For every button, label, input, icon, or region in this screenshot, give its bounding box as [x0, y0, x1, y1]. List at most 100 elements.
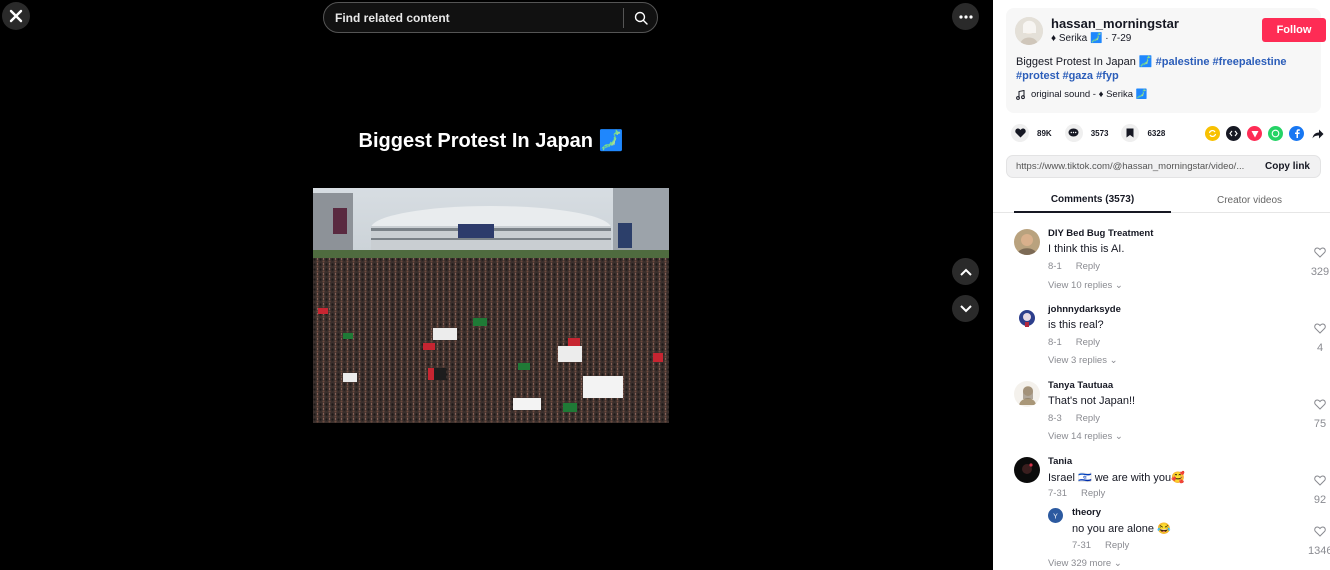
comment-like-button[interactable]: 329	[1308, 245, 1330, 278]
video-url: https://www.tiktok.com/@hassan_morningst…	[1016, 161, 1245, 172]
comment-like-button[interactable]: 92	[1308, 473, 1330, 506]
view-replies-label: View 3 replies	[1048, 355, 1107, 366]
commenter-name[interactable]: DIY Bed Bug Treatment	[1048, 228, 1153, 239]
commenter-avatar[interactable]	[1014, 457, 1040, 483]
close-icon	[9, 9, 23, 23]
follow-button[interactable]: Follow	[1262, 18, 1326, 42]
view-replies-label: View 10 replies	[1048, 280, 1113, 291]
author-display-name: ♦ Serika 🗾	[1051, 33, 1103, 44]
facebook-icon[interactable]	[1289, 126, 1304, 141]
comment-date: 8-1	[1048, 337, 1062, 348]
comment-text: That's not Japan!!	[1048, 395, 1136, 407]
heart-outline-icon	[1314, 399, 1326, 410]
share-row	[1205, 126, 1325, 141]
tab-creator-videos[interactable]: Creator videos	[1171, 187, 1328, 213]
hashtag-link[interactable]: #protest	[1016, 70, 1059, 82]
view-replies-label: View 14 replies	[1048, 431, 1113, 442]
commenter-name[interactable]: Tania	[1048, 456, 1072, 467]
copy-link-button[interactable]: Copy link	[1265, 161, 1320, 172]
comment-meta: 8-1 Reply	[1048, 337, 1100, 348]
video-info-card: hassan_morningstar ♦ Serika 🗾 · 7-29 Fol…	[1006, 8, 1326, 113]
more-options-button[interactable]	[952, 3, 979, 30]
reply-button[interactable]: Reply	[1081, 488, 1105, 499]
comment-text: Israel 🇮🇱 we are with you🥰	[1048, 472, 1185, 484]
like-count: 89K	[1037, 128, 1052, 138]
view-replies-button[interactable]: View 3 replies ⌄	[1048, 355, 1118, 366]
reply-button[interactable]: Reply	[1076, 261, 1100, 272]
post-date: · 7-29	[1105, 33, 1132, 44]
comment-like-button[interactable]: 75	[1308, 397, 1330, 430]
comment-date: 8-3	[1048, 413, 1062, 424]
reply-button[interactable]: Reply	[1076, 413, 1100, 424]
previous-video-button[interactable]	[952, 258, 979, 285]
engagement-stats: 89K 3573 6328	[1011, 124, 1178, 142]
next-video-button[interactable]	[952, 295, 979, 322]
comment-like-count: 75	[1313, 418, 1327, 430]
chevron-down-icon: ⌄	[1109, 355, 1118, 366]
view-more-replies-button[interactable]: View 329 more ⌄	[1048, 558, 1122, 569]
comment-date: 7-31	[1048, 488, 1068, 499]
close-button[interactable]	[2, 2, 30, 30]
repost-icon[interactable]	[1205, 126, 1220, 141]
search-input[interactable]	[324, 10, 623, 25]
video-stage: Biggest Protest In Japan 🗾	[0, 0, 993, 570]
tab-comments[interactable]: Comments (3573)	[1014, 187, 1171, 213]
video-overlay-title: Biggest Protest In Japan 🗾	[358, 130, 624, 152]
comment-button[interactable]: 3573	[1064, 124, 1108, 142]
video-frame[interactable]	[313, 188, 669, 423]
commenter-avatar[interactable]	[1014, 305, 1040, 331]
commenter-name[interactable]: Tanya Tautuaa	[1048, 380, 1113, 391]
heart-outline-icon	[1314, 475, 1326, 486]
author-avatar[interactable]	[1015, 17, 1043, 45]
side-panel: hassan_morningstar ♦ Serika 🗾 · 7-29 Fol…	[993, 0, 1330, 570]
search-bar	[323, 2, 658, 33]
view-replies-button[interactable]: View 10 replies ⌄	[1048, 280, 1123, 291]
whatsapp-icon[interactable]	[1268, 126, 1283, 141]
comment-meta: 8-3 Reply	[1048, 413, 1100, 424]
comment-meta: 7-31 Reply	[1048, 488, 1105, 499]
commenter-avatar[interactable]	[1014, 229, 1040, 255]
heart-outline-icon	[1314, 323, 1326, 334]
commenter-name[interactable]: johnnydarksyde	[1048, 304, 1121, 315]
comment-tabs: Comments (3573) Creator videos	[993, 187, 1330, 213]
reply-date: 7-31	[1072, 540, 1092, 551]
comment-like-count: 4	[1316, 342, 1324, 354]
search-button[interactable]	[624, 2, 657, 33]
heart-icon	[1014, 128, 1026, 138]
svg-text:Y: Y	[1053, 514, 1058, 521]
link-box: https://www.tiktok.com/@hassan_morningst…	[1006, 155, 1321, 178]
sound-link[interactable]: original sound - ♦ Serika 🗾	[1016, 89, 1147, 100]
share-arrow-icon[interactable]	[1310, 126, 1325, 141]
comment-like-count: 92	[1313, 494, 1327, 506]
hashtag-link[interactable]: #gaza	[1062, 70, 1093, 82]
heart-outline-icon	[1314, 526, 1326, 537]
hashtag-link[interactable]: #freepalestine	[1213, 56, 1287, 68]
comment-text: is this real?	[1048, 319, 1104, 331]
description-text: Biggest Protest In Japan 🗾	[1016, 56, 1153, 68]
reply-button[interactable]: Reply	[1076, 337, 1100, 348]
reply-username[interactable]: theory	[1072, 507, 1101, 518]
commenter-avatar[interactable]	[1014, 381, 1040, 407]
send-icon[interactable]	[1247, 126, 1262, 141]
reply-button[interactable]: Reply	[1105, 540, 1129, 551]
comment-date: 8-1	[1048, 261, 1062, 272]
chevron-down-icon: ⌄	[1114, 431, 1123, 442]
video-description: Biggest Protest In Japan 🗾 #palestine #f…	[1016, 55, 1316, 83]
chevron-down-icon: ⌄	[1114, 280, 1123, 291]
reply-meta: 7-31 Reply	[1072, 540, 1129, 551]
like-button[interactable]: 89K	[1011, 124, 1052, 142]
more-icon	[958, 14, 973, 19]
comment-meta: 8-1 Reply	[1048, 261, 1100, 272]
reply-avatar[interactable]: Y	[1048, 508, 1063, 523]
hashtag-link[interactable]: #fyp	[1096, 70, 1119, 82]
embed-icon[interactable]	[1226, 126, 1241, 141]
hashtag-link[interactable]: #palestine	[1156, 56, 1210, 68]
comment-like-button[interactable]: 4	[1308, 321, 1330, 354]
view-replies-button[interactable]: View 14 replies ⌄	[1048, 431, 1123, 442]
search-icon	[634, 11, 648, 25]
sound-label: original sound - ♦ Serika 🗾	[1031, 89, 1148, 100]
author-username[interactable]: hassan_morningstar	[1051, 16, 1179, 31]
reply-like-button[interactable]: 1346	[1308, 524, 1330, 557]
protest-crowd-image	[313, 188, 669, 423]
save-button[interactable]: 6328	[1121, 124, 1165, 142]
